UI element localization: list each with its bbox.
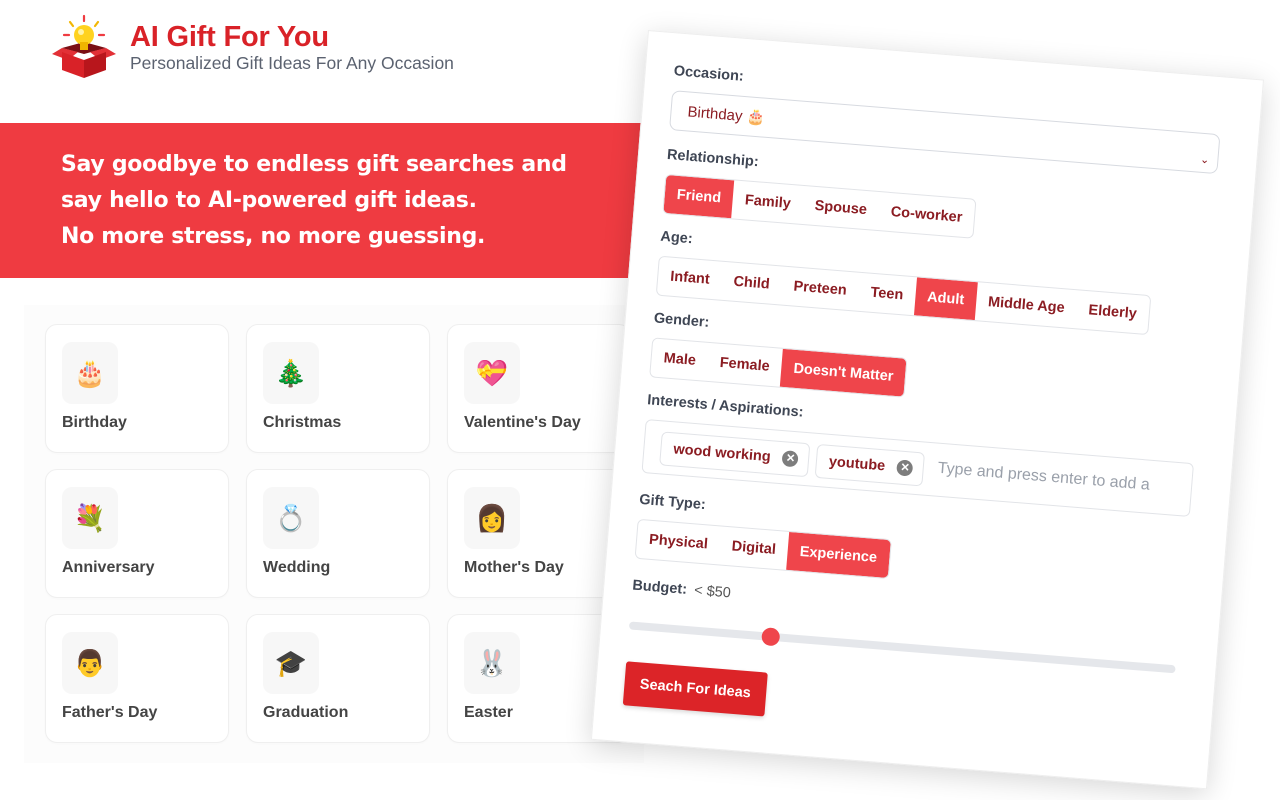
occasion-label: Valentine's Day: [464, 414, 581, 431]
age-option-preteen[interactable]: Preteen: [780, 267, 860, 311]
occasion-label: Father's Day: [62, 704, 158, 721]
age-option-elderly[interactable]: Elderly: [1075, 290, 1150, 334]
gender-option-female[interactable]: Female: [706, 343, 783, 387]
heart-ribbon-icon: 💝: [464, 342, 520, 404]
age-label: Age:: [659, 228, 694, 248]
gender-selector: Male Female Doesn't Matter: [649, 337, 908, 398]
gift-type-option-experience[interactable]: Experience: [786, 531, 891, 578]
occasion-card-birthday[interactable]: 🎂 Birthday: [45, 324, 229, 453]
budget-slider[interactable]: [628, 621, 1176, 674]
occasion-label: Easter: [464, 704, 513, 721]
bouquet-icon: 💐: [62, 487, 118, 549]
occasion-label: Graduation: [263, 704, 349, 721]
relationship-option-spouse[interactable]: Spouse: [801, 186, 880, 230]
search-for-ideas-button[interactable]: Seach For Ideas: [622, 661, 768, 717]
remove-tag-icon[interactable]: ✕: [896, 459, 914, 477]
relationship-option-family[interactable]: Family: [731, 180, 804, 223]
brand-subtitle: Personalized Gift Ideas For Any Occasion: [130, 53, 454, 73]
budget-slider-thumb[interactable]: [761, 627, 781, 647]
budget-value: < $50: [693, 582, 732, 602]
age-option-infant[interactable]: Infant: [657, 257, 723, 300]
chevron-down-icon: ⌄: [1199, 153, 1210, 167]
relationship-option-friend[interactable]: Friend: [663, 174, 735, 219]
occasion-label: Anniversary: [62, 559, 155, 576]
interest-tag-label: youtube: [828, 453, 886, 475]
brand-header[interactable]: AI Gift For You Personalized Gift Ideas …: [48, 14, 454, 80]
occasion-card-fathers-day[interactable]: 👨 Father's Day: [45, 614, 229, 743]
hero-banner: Say goodbye to endless gift searches and…: [0, 123, 645, 278]
age-selector: Infant Child Preteen Teen Adult Middle A…: [655, 255, 1152, 336]
man-icon: 👨: [62, 632, 118, 694]
relationship-label: Relationship:: [666, 146, 760, 171]
occasion-label: Occasion:: [673, 63, 745, 85]
age-option-adult[interactable]: Adult: [913, 277, 978, 321]
hero-line: Say goodbye to endless gift searches and: [61, 152, 567, 177]
occasion-card-valentines-day[interactable]: 💝 Valentine's Day: [447, 324, 631, 453]
hero-tagline: Say goodbye to endless gift searches and…: [61, 147, 567, 255]
occasion-label: Wedding: [263, 559, 331, 576]
occasion-select-value: Birthday 🎂: [686, 103, 766, 127]
age-option-middle-age[interactable]: Middle Age: [975, 282, 1079, 328]
gender-option-male[interactable]: Male: [650, 338, 709, 380]
woman-icon: 👩: [464, 487, 520, 549]
gift-search-form: Occasion: Birthday 🎂 ⌄ Relationship: Fri…: [590, 30, 1265, 790]
brand-title: AI Gift For You: [130, 21, 329, 53]
interest-tag: wood working ✕: [659, 431, 811, 478]
bunny-icon: 🐰: [464, 632, 520, 694]
occasion-label: Mother's Day: [464, 559, 564, 576]
interest-tag-label: wood working: [672, 441, 772, 466]
birthday-cake-icon: 🎂: [62, 342, 118, 404]
occasion-label: Christmas: [263, 414, 342, 431]
interest-tag: youtube ✕: [814, 443, 926, 487]
occasion-grid: 🎂 Birthday 🎄 Christmas 💝 Valentine's Day…: [24, 305, 644, 763]
occasion-card-christmas[interactable]: 🎄 Christmas: [246, 324, 430, 453]
occasion-card-anniversary[interactable]: 💐 Anniversary: [45, 469, 229, 598]
remove-tag-icon[interactable]: ✕: [781, 450, 800, 468]
hero-line: say hello to AI-powered gift ideas.: [61, 188, 477, 213]
relationship-option-co-worker[interactable]: Co-worker: [877, 192, 975, 238]
gift-box-lightbulb-icon: [48, 14, 120, 80]
ring-icon: 💍: [263, 487, 319, 549]
occasion-label: Birthday: [62, 414, 127, 431]
interests-tag-input[interactable]: wood working ✕ youtube ✕: [641, 419, 1195, 518]
gender-option-doesnt-matter[interactable]: Doesn't Matter: [780, 348, 907, 397]
gift-type-option-physical[interactable]: Physical: [636, 520, 722, 565]
age-option-teen[interactable]: Teen: [857, 273, 917, 315]
relationship-selector: Friend Family Spouse Co-worker: [662, 173, 977, 239]
gift-type-option-digital[interactable]: Digital: [718, 526, 789, 569]
gift-type-selector: Physical Digital Experience: [634, 518, 892, 580]
occasion-card-graduation[interactable]: 🎓 Graduation: [246, 614, 430, 743]
gender-label: Gender:: [653, 310, 710, 331]
age-option-child[interactable]: Child: [720, 262, 783, 305]
budget-label: Budget:: [631, 577, 688, 598]
graduation-cap-icon: 🎓: [263, 632, 319, 694]
gift-type-label: Gift Type:: [638, 491, 707, 514]
christmas-tree-icon: 🎄: [263, 342, 319, 404]
interests-label: Interests / Aspirations:: [646, 392, 805, 421]
interests-input[interactable]: [937, 459, 1188, 498]
hero-line: No more stress, no more guessing.: [61, 224, 486, 249]
occasion-card-wedding[interactable]: 💍 Wedding: [246, 469, 430, 598]
